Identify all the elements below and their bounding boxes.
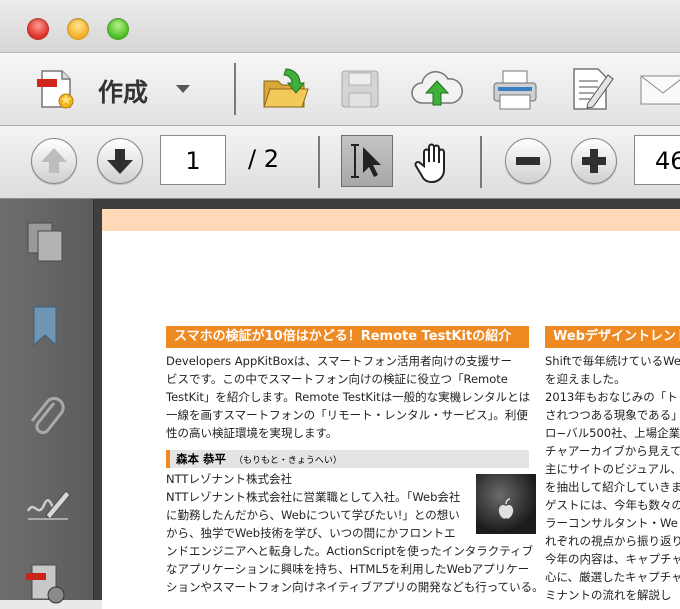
select-tool-button[interactable] (341, 135, 393, 187)
floppy-save-icon[interactable] (338, 67, 382, 111)
text-line: なアプリケーションに興味を持ち、HTML5を利用したWebアプリケー (166, 562, 530, 576)
toolbar-separator (318, 136, 320, 188)
toolbar-separator (480, 136, 482, 188)
article-right-body: Shiftで毎年続けているWe を迎えました。 2013年もおなじみの「ト され… (545, 352, 680, 604)
text-line: 性の高い検証環境を実現します。 (166, 426, 338, 440)
text-line: Developers AppKitBoxは、スマートフォン活用者向けの支援サー (166, 354, 513, 368)
text-line: ビスです。この中でスマートフォン向けの検証に役立つ「Remote (166, 372, 508, 386)
cloud-upload-icon[interactable] (410, 67, 464, 113)
page-total-label: / 2 (248, 145, 279, 173)
open-folder-icon[interactable] (260, 65, 310, 113)
text-line: ミナントの流れを解説し (545, 588, 672, 602)
edit-document-icon[interactable] (568, 65, 616, 113)
main-toolbar: 作成 (0, 53, 680, 126)
document-viewport[interactable]: スマホの検証が10倍はかどる！Remote TestKitの紹介 Develop… (94, 199, 680, 609)
plus-icon (582, 149, 606, 173)
arrow-down-icon (107, 149, 133, 174)
text-line: 心に、厳選したキャプチャ (545, 570, 680, 584)
create-label[interactable]: 作成 (98, 73, 148, 109)
article-title-right: Webデザイントレンド (545, 326, 680, 348)
navigation-sidebar (0, 199, 94, 604)
minus-icon (516, 157, 540, 165)
arrow-up-icon (41, 148, 67, 173)
zoom-level-input[interactable]: 46 (634, 135, 680, 185)
article-intro: Developers AppKitBoxは、スマートフォン活用者向けの支援サー … (166, 352, 532, 442)
zoom-out-button[interactable] (505, 138, 551, 184)
navigation-toolbar: 1 / 2 46 (0, 126, 680, 199)
text-line: NTTレゾナント株式会社に営業職として入社。「Web会社 (166, 490, 461, 504)
document-info-icon[interactable] (24, 559, 68, 609)
signature-panel-icon[interactable] (24, 479, 72, 529)
create-pdf-icon[interactable] (34, 67, 80, 113)
text-line: Shiftで毎年続けているWe (545, 354, 680, 368)
envelope-icon[interactable] (638, 71, 680, 109)
text-line: を抽出して紹介していきま (545, 480, 680, 494)
text-line: れぞれの視点から振り返り (545, 534, 680, 548)
author-bar: 森本 恭平 （もりもと・きょうへい） (166, 450, 529, 468)
previous-page-button[interactable] (31, 138, 77, 184)
printer-icon[interactable] (490, 67, 540, 113)
author-bio: NTTレゾナント株式会社 NTTレゾナント株式会社に営業職として入社。「Web会… (166, 470, 544, 596)
author-kana: （もりもと・きょうへい） (234, 456, 342, 466)
text-line: チャアーカイブから見えて (545, 444, 680, 458)
toolbar-separator (234, 63, 236, 115)
text-line: から、独学でWeb技術を学び、いつの間にかフロントエ (166, 526, 456, 540)
pdf-page: スマホの検証が10倍はかどる！Remote TestKitの紹介 Develop… (102, 209, 680, 609)
text-line: 今年の内容は、キャプチャ (545, 552, 680, 566)
text-line: ゲストには、今年も数々の (545, 498, 680, 512)
text-line: ラーコンサルタント・We (545, 516, 678, 530)
window-titlebar (0, 0, 680, 53)
zoom-in-button[interactable] (571, 138, 617, 184)
text-line: 主にサイトのビジュアル、 (545, 462, 680, 476)
text-line: NTTレゾナント株式会社 (166, 472, 292, 486)
zoom-window-icon[interactable] (107, 18, 129, 40)
text-line: に勤務したんだから、Webについて学びたい!」との想い (166, 508, 460, 522)
article-title-left: スマホの検証が10倍はかどる！Remote TestKitの紹介 (166, 326, 529, 348)
close-icon[interactable] (27, 18, 49, 40)
text-line: ションやスマートフォン向けネイティブアプリの開発なども行っている。 (166, 580, 544, 594)
minimize-icon[interactable] (67, 18, 89, 40)
pages-panel-icon[interactable] (24, 219, 68, 269)
attachment-paperclip-icon[interactable] (24, 393, 68, 443)
text-line: ロ−バル500社、上場企業 (545, 426, 680, 440)
text-line: 一線を画すスマートフォンの「リモート・レンタル・サービス」。利便 (166, 408, 528, 422)
author-name: 森本 恭平 (176, 452, 227, 466)
text-line: TestKit」を紹介します。Remote TestKitは一般的な実機レンタル… (166, 390, 531, 404)
chevron-down-icon[interactable] (172, 81, 194, 97)
text-line: を迎えました。 (545, 372, 626, 386)
text-line: ンドエンジニアへと転身した。ActionScriptを使ったインタラクティブ (166, 544, 534, 558)
next-page-button[interactable] (97, 138, 143, 184)
page-header-band (102, 209, 680, 231)
text-line: 2013年もおなじみの「ト (545, 390, 678, 404)
hand-icon[interactable] (410, 138, 458, 186)
page-number-input[interactable]: 1 (160, 135, 226, 185)
bookmark-panel-icon[interactable] (24, 303, 68, 353)
text-line: されつつある現象である」 (545, 408, 680, 422)
select-cursor-icon (351, 144, 381, 178)
